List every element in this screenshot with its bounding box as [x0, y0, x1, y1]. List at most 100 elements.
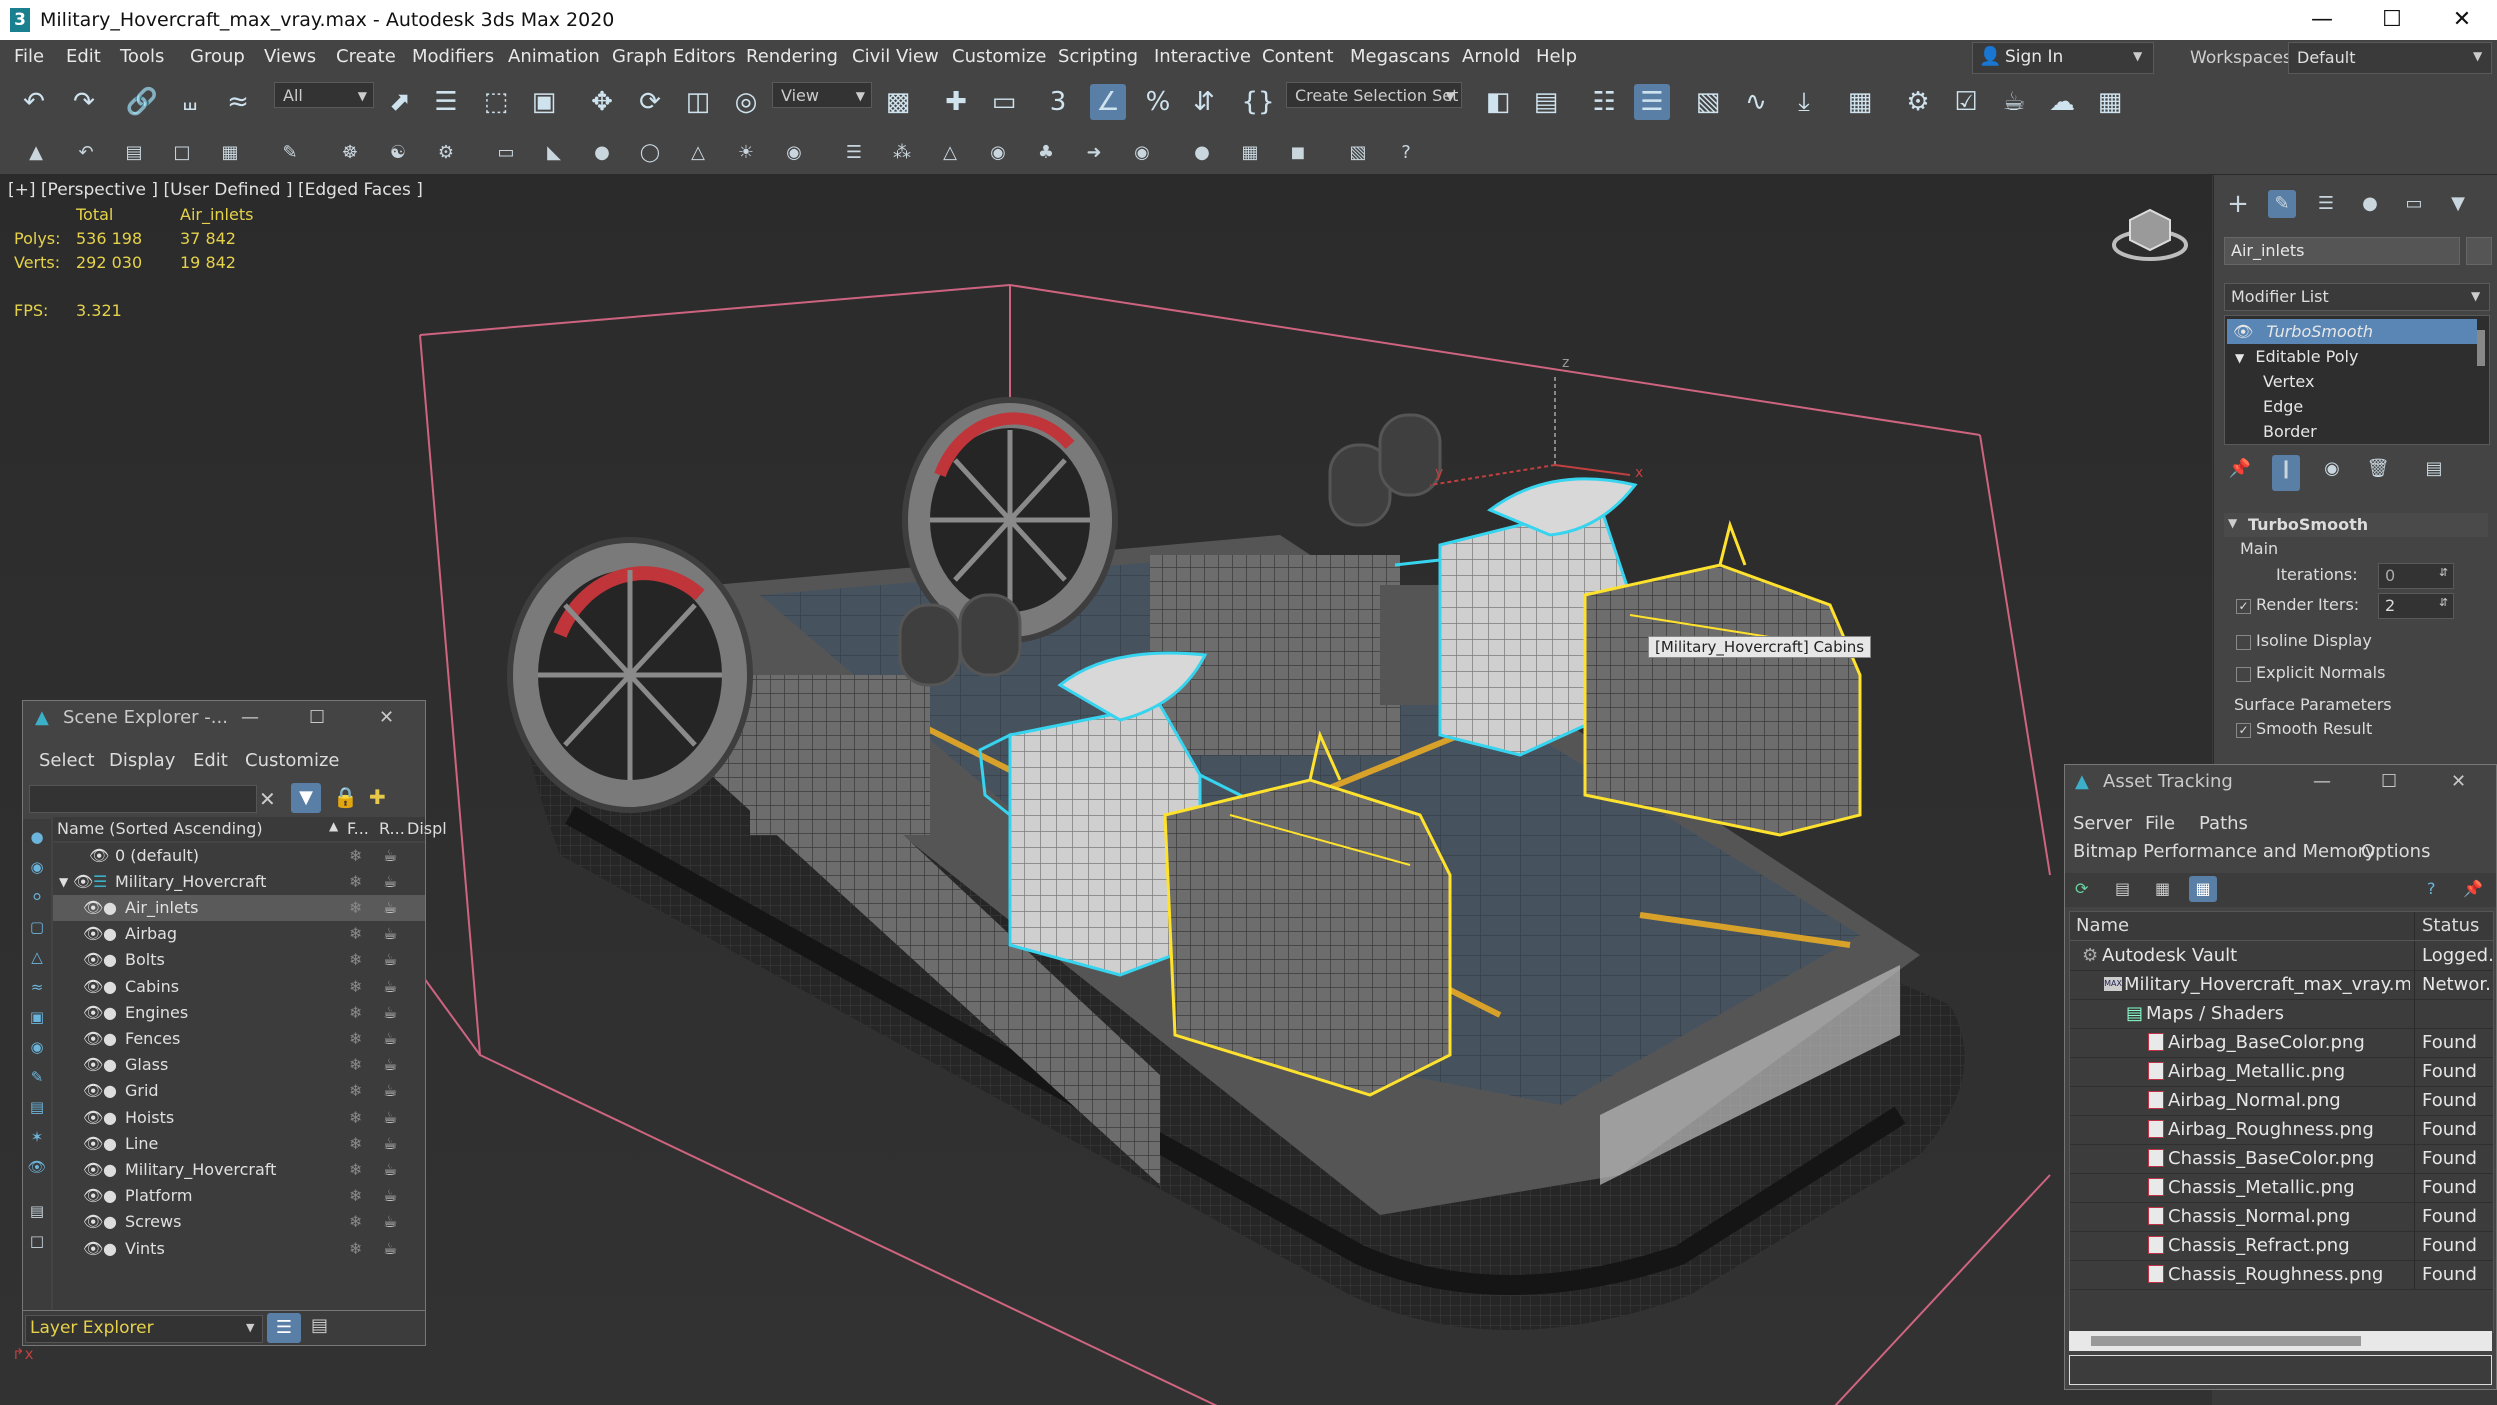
- xrefs-filter-icon[interactable]: ▤: [23, 1093, 51, 1121]
- freeze-icon[interactable]: ❄: [349, 869, 362, 895]
- freeze-icon[interactable]: ❄: [349, 921, 362, 947]
- teapot-icon[interactable]: ☕: [383, 869, 397, 895]
- menu-group[interactable]: Group: [190, 46, 245, 67]
- pivot-center-icon[interactable]: ▩: [880, 84, 916, 120]
- display-all-icon[interactable]: ◉: [23, 853, 51, 881]
- smooth-result-checkbox[interactable]: ✓: [2236, 723, 2251, 738]
- configure-modifier-sets-icon[interactable]: ▤: [2420, 455, 2448, 483]
- stack-item-editable-poly[interactable]: ▼ Editable Poly: [2227, 344, 2477, 369]
- freeze-icon[interactable]: ❄: [349, 1209, 362, 1235]
- particles-icon[interactable]: ⁂: [888, 139, 916, 167]
- column-divider[interactable]: [2414, 912, 2415, 940]
- asset-row[interactable]: Chassis_Roughness.png Found: [2070, 1260, 2493, 1290]
- render-dot-icon[interactable]: ●: [103, 1157, 117, 1183]
- sun-light-icon[interactable]: ☀: [732, 139, 760, 167]
- teapot-icon[interactable]: ☕: [383, 1000, 397, 1026]
- teapot-icon[interactable]: ☕: [383, 895, 397, 921]
- tree-icon[interactable]: ♣: [1032, 139, 1060, 167]
- expand-arrow-icon[interactable]: ▼: [59, 869, 68, 895]
- tree-row[interactable]: 👁 ● Hoists ❄ ☕: [53, 1105, 425, 1131]
- render-setup-icon[interactable]: ⚙: [1900, 84, 1936, 120]
- se-menu-display[interactable]: Display: [109, 750, 175, 771]
- rendered-frame-window-icon[interactable]: ☑: [1948, 84, 1984, 120]
- teapot-icon[interactable]: ☕: [383, 843, 397, 869]
- bind-spacewarp-icon[interactable]: ≈: [220, 84, 256, 120]
- asset-row[interactable]: Chassis_Refract.png Found: [2070, 1231, 2493, 1261]
- make-unique-icon[interactable]: ◉: [2318, 455, 2346, 483]
- teapot-icon[interactable]: ☕: [383, 974, 397, 1000]
- render-dot-icon[interactable]: ●: [103, 974, 117, 1000]
- display-influences-icon[interactable]: □: [23, 1227, 51, 1255]
- scale-icon[interactable]: ◫: [680, 84, 716, 120]
- column-status-header[interactable]: Status: [2422, 915, 2479, 936]
- lock-icon[interactable]: 🔒: [333, 785, 358, 809]
- collapse-arrow-icon[interactable]: ▼: [2235, 351, 2244, 365]
- render-dot-icon[interactable]: ●: [103, 1209, 117, 1235]
- render-dot-icon[interactable]: ●: [103, 1236, 117, 1262]
- eye-icon[interactable]: 👁: [83, 1209, 103, 1235]
- select-object-icon[interactable]: ⬈: [382, 84, 418, 120]
- tree-row[interactable]: 👁 ● Cabins ❄ ☕: [53, 974, 425, 1000]
- object-name-field[interactable]: Air_inlets: [2224, 237, 2460, 265]
- scene-explorer-titlebar[interactable]: ▲ Scene Explorer -... — ☐ ✕: [23, 701, 425, 735]
- asset-row[interactable]: Chassis_Normal.png Found: [2070, 1202, 2493, 1232]
- isoline-display-checkbox[interactable]: [2236, 635, 2251, 650]
- named-selection-set-dropdown[interactable]: Create Selection Set ▼: [1286, 82, 1462, 108]
- render-dot-icon[interactable]: ●: [103, 1183, 117, 1209]
- iterations-spinner[interactable]: 0 ⇵: [2378, 563, 2454, 589]
- stack-item-vertex[interactable]: Vertex: [2263, 369, 2497, 394]
- undo-icon[interactable]: ↶: [16, 84, 52, 120]
- render-dot-icon[interactable]: ●: [103, 921, 117, 947]
- menu-animation[interactable]: Animation: [508, 46, 600, 67]
- spinner-snap-icon[interactable]: ⇵: [1186, 84, 1222, 120]
- render-dot-icon[interactable]: ●: [103, 1052, 117, 1078]
- eye-icon[interactable]: 👁: [83, 921, 103, 947]
- teapot-icon[interactable]: ☕: [383, 1131, 397, 1157]
- menu-tools[interactable]: Tools: [120, 46, 164, 67]
- box-primitive-icon[interactable]: ▭: [492, 139, 520, 167]
- snaps-toggle-icon[interactable]: 3: [1040, 84, 1076, 120]
- minimize-button[interactable]: —: [2292, 4, 2352, 36]
- tree-row[interactable]: 👁 ● Engines ❄ ☕: [53, 1000, 425, 1026]
- search-input[interactable]: [29, 785, 257, 813]
- freeze-icon[interactable]: ❄: [349, 1000, 362, 1026]
- tree-row[interactable]: 👁 ● Military_Hovercraft ❄ ☕: [53, 1157, 425, 1183]
- stack-scrollbar[interactable]: [2477, 330, 2485, 366]
- eye-icon[interactable]: 👁: [83, 1105, 103, 1131]
- reference-coordinate-dropdown[interactable]: View ▼: [772, 82, 872, 108]
- menu-edit[interactable]: Edit: [66, 46, 101, 67]
- teapot-icon[interactable]: ☕: [383, 1052, 397, 1078]
- remove-modifier-icon[interactable]: 🗑: [2364, 455, 2392, 483]
- column-frozen-header[interactable]: F...: [347, 819, 369, 838]
- rotate-icon[interactable]: ⟳: [632, 84, 668, 120]
- menu-interactive[interactable]: Interactive: [1154, 46, 1251, 67]
- minimize-button[interactable]: —: [2313, 765, 2331, 799]
- eye-icon[interactable]: 👁: [83, 1000, 103, 1026]
- eye-icon[interactable]: 👁: [83, 895, 103, 921]
- freeze-icon[interactable]: ❄: [349, 1157, 362, 1183]
- close-button[interactable]: ✕: [379, 701, 394, 735]
- cone-primitive-icon[interactable]: ◣: [540, 139, 568, 167]
- explicit-normals-checkbox[interactable]: [2236, 667, 2251, 682]
- render-dot-icon[interactable]: ●: [103, 1026, 117, 1052]
- teapot-icon[interactable]: ☕: [383, 1157, 397, 1183]
- hierarchy-icon[interactable]: ▤: [311, 1315, 328, 1336]
- save-container-icon[interactable]: ▤: [120, 139, 148, 167]
- se-menu-edit[interactable]: Edit: [193, 750, 228, 771]
- at-menu-paths[interactable]: Paths: [2199, 813, 2248, 834]
- undo-container-icon[interactable]: ↶: [72, 139, 100, 167]
- selection-filter-dropdown[interactable]: All ▼: [274, 82, 374, 108]
- menu-graph-editors[interactable]: Graph Editors: [612, 46, 736, 67]
- render-sphere-icon[interactable]: ●: [1188, 139, 1216, 167]
- bones-filter-icon[interactable]: ✶: [23, 1123, 51, 1151]
- scrollbar-thumb[interactable]: [2091, 1336, 2361, 1346]
- eye-icon[interactable]: 👁: [83, 1157, 103, 1183]
- freeze-icon[interactable]: ❄: [349, 1105, 362, 1131]
- redo-icon[interactable]: ↷: [66, 84, 102, 120]
- globe-icon[interactable]: ◉: [984, 139, 1012, 167]
- column-name-header[interactable]: Name: [2076, 915, 2129, 936]
- viewport-label[interactable]: [+] [Perspective ] [User Defined ] [Edge…: [8, 180, 423, 200]
- create-layer-icon[interactable]: ✚: [369, 785, 386, 809]
- rectangular-selection-icon[interactable]: ⬚: [478, 84, 514, 120]
- maximize-button[interactable]: ☐: [309, 701, 325, 735]
